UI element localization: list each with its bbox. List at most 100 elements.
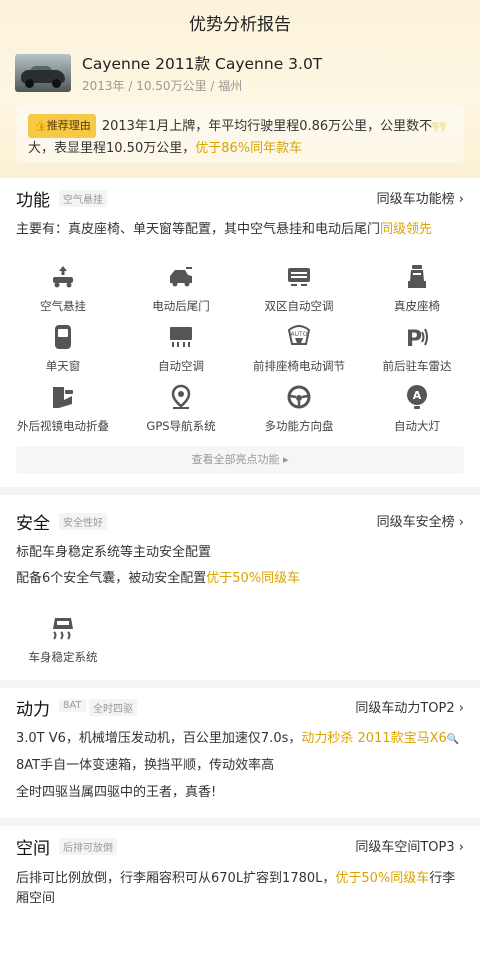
car-thumbnail[interactable] <box>15 54 71 92</box>
feature-item[interactable]: 多功能方向盘 <box>240 384 358 442</box>
chevron-right-icon: › <box>458 701 464 716</box>
power-rank-link[interactable]: 同级车动力TOP2 › <box>355 697 464 716</box>
space-line-1-text: 后排可比例放倒，行李厢容积可从670L扩容到1780L， <box>16 871 336 886</box>
feature-item[interactable]: 双区自动空调 <box>240 264 358 322</box>
auto-headlight-icon: A <box>407 385 427 409</box>
report-header: 优势分析报告 Cayenne 2011款 Cayenne 3.0T 2013年 … <box>0 0 480 178</box>
feature-item[interactable]: AUTO 前排座椅电动调节 <box>240 324 358 382</box>
svg-text:P: P <box>406 327 422 350</box>
feature-label: 空气悬挂 <box>40 299 86 313</box>
stability-control-icon <box>53 618 73 640</box>
space-tag: 后排可放倒 <box>59 838 117 855</box>
safety-title: 安全 <box>16 514 50 534</box>
function-title: 功能 <box>16 191 50 211</box>
dual-zone-ac-icon <box>288 268 310 286</box>
parking-radar-icon: P <box>406 327 428 350</box>
power-line-2: 8AT手自一体变速箱，换挡平顺，传动效率高 <box>16 758 275 773</box>
feature-item[interactable]: 空气悬挂 <box>4 264 122 322</box>
safety-line-2: 配备6个安全气囊，被动安全配置优于50%同级车 <box>16 569 300 589</box>
power-tailgate-icon <box>170 267 192 287</box>
space-section: 空间 后排可放倒 同级车空间TOP3 › 后排可比例放倒，行李厢容积可从670L… <box>0 826 480 967</box>
function-tag: 空气悬挂 <box>59 190 107 207</box>
report-page: 优势分析报告 Cayenne 2011款 Cayenne 3.0T 2013年 … <box>0 0 480 967</box>
feature-item[interactable]: 真皮座椅 <box>358 264 476 322</box>
feature-label: 车身稳定系统 <box>28 650 98 664</box>
function-desc-highlight: 同级领先 <box>380 222 433 237</box>
feature-label: 前后驻车雷达 <box>382 359 452 373</box>
safety-rank-link[interactable]: 同级车安全榜 › <box>377 511 464 530</box>
recommend-reason-badge: 👍推荐理由 <box>28 114 96 138</box>
section-divider <box>0 487 480 495</box>
space-line-2: 厢空间 <box>16 891 56 906</box>
function-desc-text: 主要有：真皮座椅、单天窗等配置，其中空气悬挂和电动后尾门 <box>16 222 381 237</box>
chevron-right-icon: › <box>458 840 464 855</box>
feature-label: 外后视镜电动折叠 <box>17 419 109 433</box>
auto-ac-icon <box>170 327 192 347</box>
feature-label: 自动空调 <box>158 359 204 373</box>
feature-grid: 空气悬挂 电动后尾门 双区自动空调 真皮座椅 单天窗 自动空调 AUTO 前排座… <box>4 264 476 444</box>
space-rank-link[interactable]: 同级车空间TOP3 › <box>355 836 464 855</box>
feature-item[interactable]: 车身稳定系统 <box>4 615 122 673</box>
feature-item[interactable]: 外后视镜电动折叠 <box>4 384 122 442</box>
recommend-reason-badge-label: 推荐理由 <box>46 119 91 132</box>
air-suspension-icon <box>53 266 73 288</box>
chevron-right-icon: › <box>458 515 464 530</box>
power-tag-drive: 全时四驱 <box>89 699 137 716</box>
feature-item[interactable]: A 自动大灯 <box>358 384 476 442</box>
function-rank-link[interactable]: 同级车功能榜 › <box>377 188 464 207</box>
mirror-fold-icon <box>53 387 73 408</box>
space-rank-label: 同级车空间TOP3 <box>355 840 455 855</box>
feature-label: 电动后尾门 <box>152 299 210 313</box>
svg-text:A: A <box>413 389 422 402</box>
steering-wheel-icon <box>287 385 311 409</box>
feature-item[interactable]: 电动后尾门 <box>122 264 240 322</box>
space-desc: 后排可比例放倒，行李厢容积可从670L扩容到1780L，优于50%同级车行李厢空… <box>16 869 464 909</box>
leather-seat-icon <box>408 265 426 288</box>
reason-highlight: 优于86%同年款车 <box>195 141 303 156</box>
gps-icon <box>171 384 191 409</box>
safety-highlight: 优于50%同级车 <box>206 571 301 586</box>
car-meta: 2013年 / 10.50万公里 / 福州 <box>82 79 243 93</box>
power-title: 动力 <box>16 700 50 720</box>
page-title: 优势分析报告 <box>189 15 291 35</box>
safety-tag: 安全性好 <box>59 513 107 530</box>
space-line-1-suffix: 行李 <box>429 871 456 886</box>
function-section: 功能 空气悬挂 同级车功能榜 › 主要有：真皮座椅、单天窗等配置，其中空气悬挂和… <box>0 178 480 487</box>
feature-label: GPS导航系统 <box>146 419 216 433</box>
safety-rank-label: 同级车安全榜 <box>376 515 455 530</box>
car-name: Cayenne 2011款 Cayenne 3.0T <box>82 55 323 73</box>
space-highlight: 优于50%同级车 <box>335 871 430 886</box>
feature-item[interactable]: P 前后驻车雷达 <box>358 324 476 382</box>
recommend-reason-box: ❞ 👍推荐理由 2013年1月上牌，年平均行驶里程0.86万公里，公里数不大，表… <box>16 105 464 163</box>
safety-line-1: 标配车身稳定系统等主动安全配置 <box>16 545 212 560</box>
view-all-features-button[interactable]: 查看全部亮点功能 ▸ <box>16 446 464 474</box>
function-rank-label: 同级车功能榜 <box>376 192 455 207</box>
feature-label: 多功能方向盘 <box>264 419 334 433</box>
feature-item[interactable]: GPS导航系统 <box>122 384 240 442</box>
power-line-1-text: 3.0T V6，机械增压发动机，百公里加速仅7.0s， <box>16 731 302 746</box>
sunroof-icon <box>55 325 71 349</box>
feature-item[interactable]: 单天窗 <box>4 324 122 382</box>
safety-section: 安全 安全性好 同级车安全榜 › 标配车身稳定系统等主动安全配置 配备6个安全气… <box>0 495 480 680</box>
power-tag-transmission: 8AT <box>59 699 86 712</box>
feature-item[interactable]: 自动空调 <box>122 324 240 382</box>
feature-label: 真皮座椅 <box>394 299 440 313</box>
power-rank-label: 同级车动力TOP2 <box>355 701 455 716</box>
safety-line-2-text: 配备6个安全气囊，被动安全配置 <box>16 571 207 586</box>
feature-label: 单天窗 <box>45 359 81 373</box>
power-highlight[interactable]: 动力秒杀 2011款宝马X6 <box>301 731 446 746</box>
feature-label: 前排座椅电动调节 <box>253 359 345 373</box>
feature-label: 自动大灯 <box>394 419 440 433</box>
svg-text:AUTO: AUTO <box>291 331 308 338</box>
chevron-right-icon: › <box>458 192 464 207</box>
space-title: 空间 <box>16 839 50 859</box>
section-divider <box>0 818 480 826</box>
recommend-reason-text: 👍推荐理由 2013年1月上牌，年平均行驶里程0.86万公里，公里数不大，表显里… <box>28 114 452 160</box>
search-icon[interactable]: 🔍 <box>447 734 459 745</box>
thumbs-up-icon: 👍 <box>33 119 47 132</box>
section-divider <box>0 680 480 688</box>
quote-mark-icon: ❞ <box>430 117 448 152</box>
function-desc: 主要有：真皮座椅、单天窗等配置，其中空气悬挂和电动后尾门同级领先 <box>16 220 432 240</box>
feature-label: 双区自动空调 <box>264 299 334 313</box>
power-line-1: 3.0T V6，机械增压发动机，百公里加速仅7.0s，动力秒杀 2011款宝马X… <box>16 729 459 750</box>
